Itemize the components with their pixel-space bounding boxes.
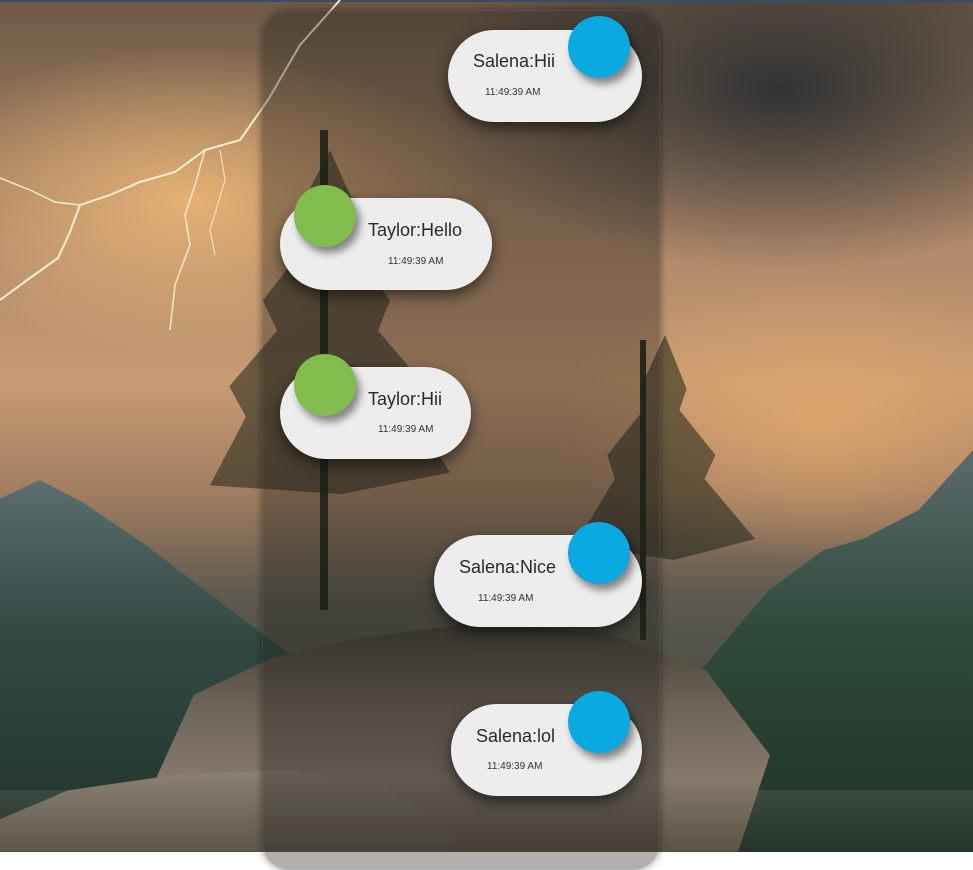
message-time: 11:49:39 AM [485,87,541,98]
message-text: Salena:Nice [459,557,557,577]
message-text: Taylor:Hello [368,220,463,240]
avatar-taylor [294,185,356,247]
avatar-salena [568,16,630,78]
message-time: 11:49:39 AM [388,256,444,267]
message-time: 11:49:39 AM [478,593,534,604]
message-text: Taylor:Hii [368,389,443,409]
avatar-salena [568,522,630,584]
message-text: Salena:lol [476,726,556,746]
message-time: 11:49:39 AM [378,424,434,435]
avatar-salena [568,691,630,753]
message-time: 11:49:39 AM [487,761,543,772]
message-text: Salena:Hii [473,51,556,71]
avatar-taylor [294,354,356,416]
